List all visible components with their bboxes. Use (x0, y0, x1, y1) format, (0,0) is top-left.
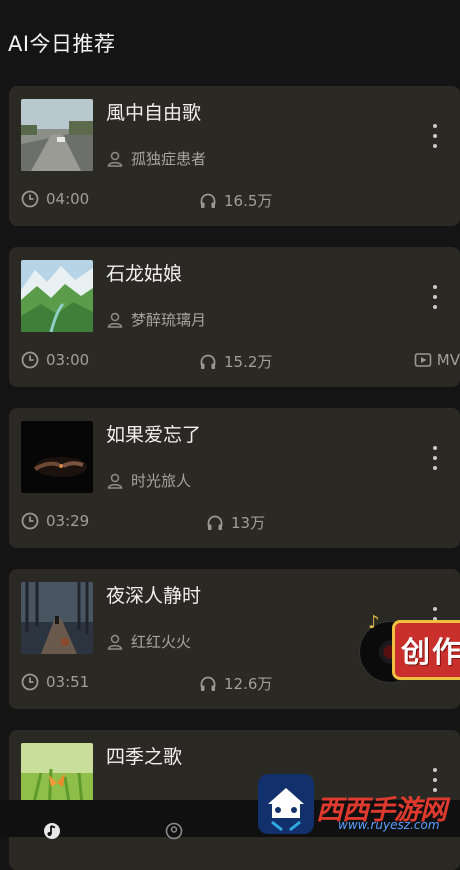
song-artist: 梦醉琉璃月 (106, 309, 206, 330)
plays-text: 15.2万 (224, 353, 273, 371)
song-title[interactable]: 夜深人静时 (106, 581, 201, 608)
more-options-icon[interactable] (432, 446, 438, 470)
headphones-icon (207, 515, 223, 530)
video-play-icon (414, 353, 432, 367)
artist-name: 红红火火 (131, 633, 192, 651)
song-thumbnail (21, 421, 93, 493)
mv-label: MV (436, 351, 460, 369)
user-icon (107, 473, 123, 489)
music-note-icon: ♪ (368, 612, 380, 633)
duration-text: 04:00 (46, 190, 90, 208)
song-plays: 12.6万 (199, 673, 272, 694)
plays-text: 16.5万 (224, 192, 273, 210)
song-artist: 时光旅人 (106, 470, 191, 491)
user-icon[interactable] (165, 822, 183, 840)
headphones-icon (200, 676, 216, 691)
artist-name: 时光旅人 (131, 472, 192, 490)
mv-badge[interactable]: MV (414, 351, 460, 369)
user-icon (107, 151, 123, 167)
song-plays: 13万 (206, 512, 265, 533)
song-thumbnail (21, 582, 93, 654)
plays-text: 12.6万 (224, 675, 273, 693)
more-options-icon[interactable] (432, 124, 438, 148)
song-plays: 16.5万 (199, 190, 272, 211)
song-card[interactable]: 石龙姑娘 梦醉琉璃月 03:00 15.2万 MV (9, 247, 460, 387)
plays-text: 13万 (231, 514, 266, 532)
create-label: 创作 (392, 620, 460, 680)
music-note-icon[interactable] (43, 822, 61, 840)
create-floating-button[interactable]: ♪ 创作 (360, 612, 460, 692)
duration-text: 03:29 (46, 512, 90, 530)
user-icon (107, 312, 123, 328)
clock-icon (21, 673, 39, 691)
song-duration: 03:00 (21, 351, 89, 369)
song-title[interactable]: 四季之歌 (106, 742, 182, 769)
page-title: AI今日推荐 (8, 32, 116, 56)
artist-name: 梦醉琉璃月 (131, 311, 207, 329)
song-thumbnail (21, 260, 93, 332)
song-duration: 03:29 (21, 512, 89, 530)
duration-text: 03:51 (46, 673, 90, 691)
song-title[interactable]: 石龙姑娘 (106, 259, 182, 286)
song-plays: 15.2万 (199, 351, 272, 372)
song-thumbnail (21, 99, 93, 171)
song-artist: 红红火火 (106, 631, 191, 652)
artist-name: 孤独症患者 (131, 150, 207, 168)
song-artist: 孤独症患者 (106, 148, 206, 169)
song-duration: 03:51 (21, 673, 89, 691)
clock-icon (21, 351, 39, 369)
headphones-icon (200, 193, 216, 208)
song-card[interactable]: 如果爱忘了 时光旅人 03:29 13万 (9, 408, 460, 548)
more-options-icon[interactable] (432, 285, 438, 309)
watermark-logo (258, 774, 314, 834)
clock-icon (21, 512, 39, 530)
song-card[interactable]: 風中自由歌 孤独症患者 04:00 16.5万 (9, 86, 460, 226)
song-title[interactable]: 如果爱忘了 (106, 420, 201, 447)
duration-text: 03:00 (46, 351, 90, 369)
watermark-url: www.ruyesz.com (338, 818, 440, 832)
headphones-icon (200, 354, 216, 369)
clock-icon (21, 190, 39, 208)
song-title[interactable]: 風中自由歌 (106, 98, 201, 125)
song-duration: 04:00 (21, 190, 89, 208)
user-icon (107, 634, 123, 650)
